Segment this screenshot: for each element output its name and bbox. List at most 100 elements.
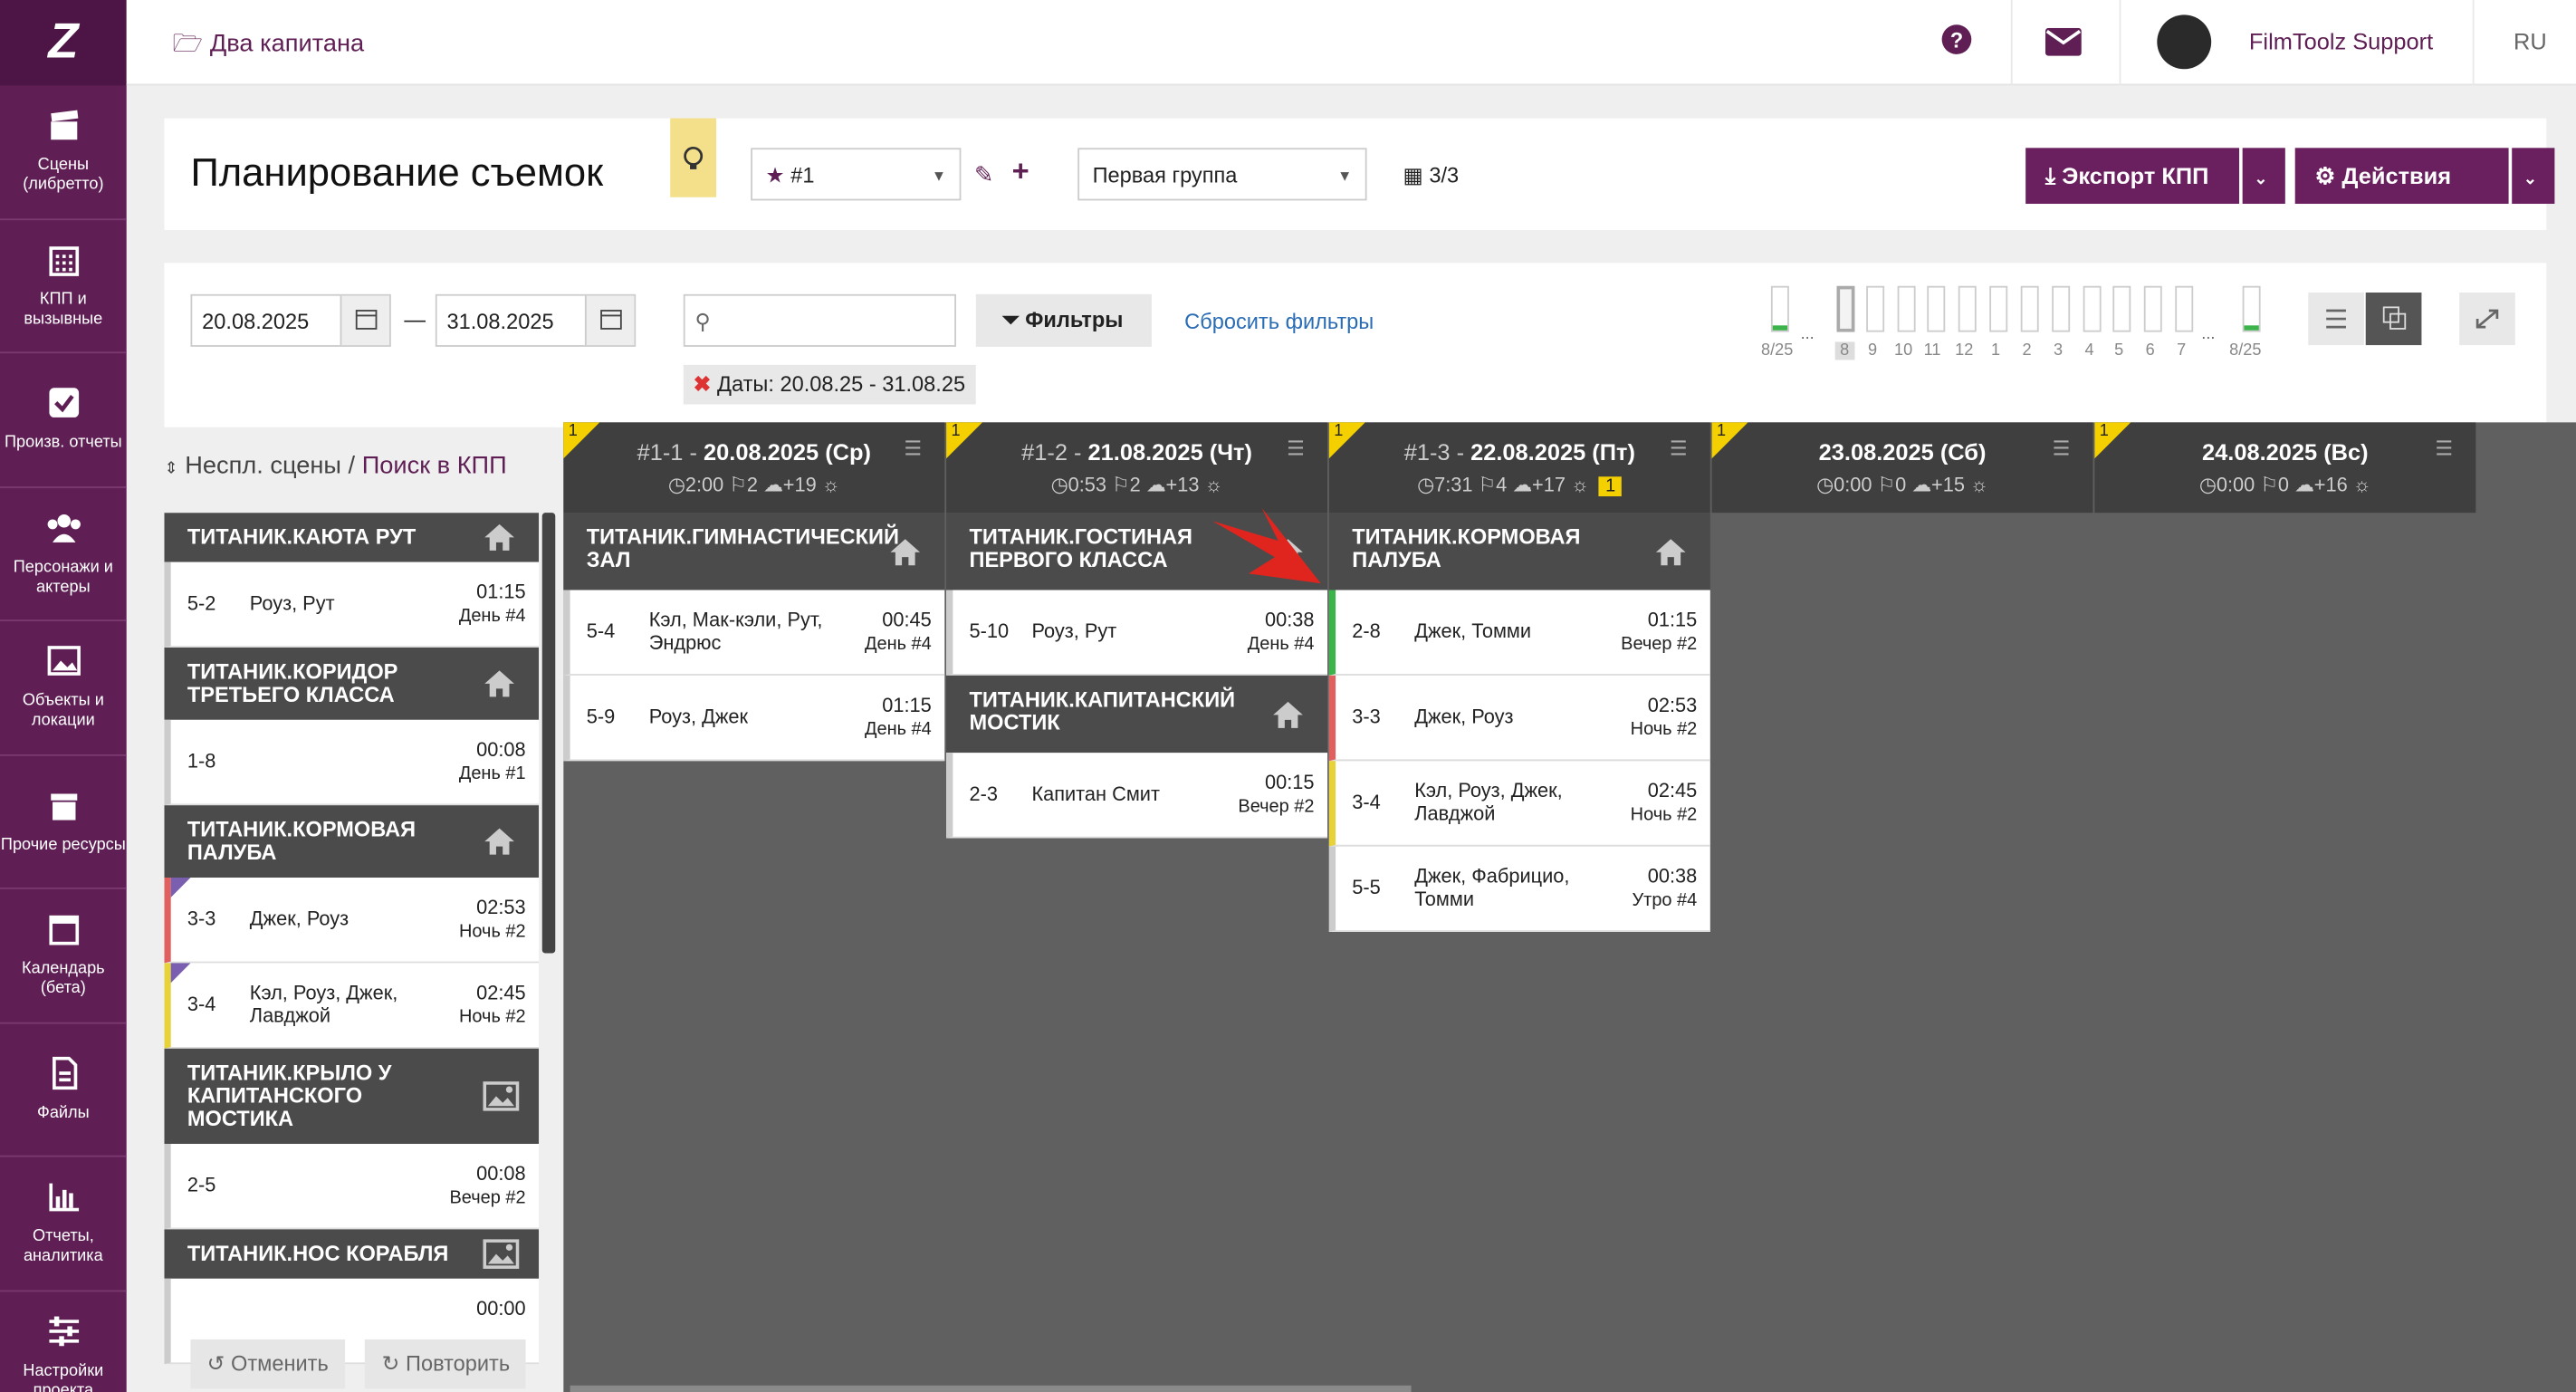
sidebar-item-9[interactable]: Настройки проекта — [0, 1291, 127, 1392]
avatar[interactable] — [2157, 14, 2212, 70]
add-icon[interactable]: + — [1012, 155, 1029, 189]
list-view-button[interactable] — [2308, 293, 2364, 346]
settings-icon[interactable]: ☰ — [2053, 437, 2071, 460]
scene-card[interactable]: 5-4 Кэл, Мак-кэли, Рут, Эндрюс 00:45 День #… — [563, 590, 945, 676]
board-view-button[interactable] — [2365, 293, 2422, 346]
checkbox-icon — [45, 385, 81, 434]
day-title: #1-2 - 21.08.2025 (Чт) — [1021, 438, 1252, 466]
redo-button[interactable]: ↻ Повторить — [365, 1339, 527, 1389]
actions-button[interactable]: ⚙ Действия — [2294, 148, 2509, 205]
day-header[interactable]: 1 24.08.2025 (Вс) ◷0:00 ⚐0 ☁+16 ☼ ☰ — [2094, 422, 2476, 514]
day-header[interactable]: 1 #1-3 - 22.08.2025 (Пт) ◷7:31 ⚐4 ☁+17 ☼ 1 ☰ — [1328, 422, 1710, 514]
scene-card[interactable]: 1-8 00:08 День #1 — [164, 719, 540, 806]
settings-icon[interactable]: ☰ — [2435, 437, 2453, 460]
warning-badge[interactable]: 1 — [1598, 476, 1623, 497]
reset-filters-link[interactable]: Сбросить фильтры — [1184, 309, 1374, 333]
timeline-bar-day[interactable] — [2020, 285, 2039, 332]
timeline-bar-day[interactable] — [2052, 285, 2071, 332]
settings-icon[interactable]: ☰ — [1670, 437, 1688, 460]
day-header[interactable]: 1 23.08.2025 (Сб) ◷0:00 ⚐0 ☁+15 ☼ ☰ — [1711, 422, 2093, 514]
calendar-icon[interactable] — [584, 295, 635, 346]
funnel-icon: ⏷ — [1001, 307, 1020, 332]
scene-number: 3-4 — [187, 993, 216, 1016]
scene-card[interactable]: 3-4 Кэл, Роуз, Джек, Лавджой 02:45 Ночь #2 — [164, 963, 540, 1049]
language-switch[interactable]: RU — [2514, 28, 2547, 54]
hint-bulb-icon[interactable] — [670, 118, 717, 197]
timeline-bar-day[interactable] — [2112, 285, 2131, 332]
sort-icon[interactable]: ⇕ — [164, 460, 177, 478]
scrollbar[interactable] — [570, 1385, 1412, 1392]
timeline-day-label: 7 — [2177, 341, 2187, 360]
timeline-bar-day[interactable] — [1989, 285, 2008, 332]
sidebar-item-4[interactable]: Объекты и локации — [0, 621, 127, 755]
user-name[interactable]: FilmToolz Support — [2249, 28, 2433, 54]
timeline-bar-day[interactable] — [2143, 285, 2162, 332]
scene-number: 3-3 — [187, 907, 216, 931]
timeline-bar-start[interactable] — [1770, 285, 1789, 332]
scene-card[interactable]: 5-9 Роуз, Джек 01:15 День #4 — [563, 675, 945, 762]
timeline-bar-day[interactable] — [1958, 285, 1977, 332]
sidebar-item-0[interactable]: Сцены (либретто) — [0, 85, 127, 220]
location-header[interactable]: ТИТАНИК.ГИМНАСТИЧЕСКИЙ ЗАЛ — [563, 513, 945, 590]
filters-button[interactable]: ⏷ Фильтры — [975, 293, 1152, 347]
calendar-icon[interactable] — [340, 295, 390, 346]
sidebar-item-1[interactable]: КПП и вызывные — [0, 219, 127, 354]
sidebar-item-5[interactable]: Прочие ресурсы — [0, 755, 127, 889]
scene-card[interactable]: 5-5 Джек, Фабрицио, Томми 00:38 Утро #4 — [1328, 846, 1710, 932]
schedule-select[interactable]: ★ #1 ▼ — [751, 148, 962, 201]
settings-icon[interactable]: ☰ — [1287, 437, 1305, 460]
sidebar-item-label: Прочие ресурсы — [0, 836, 126, 855]
scrollbar[interactable] — [541, 513, 556, 954]
undo-button[interactable]: ↺ Отменить — [190, 1339, 345, 1389]
location-header[interactable]: ТИТАНИК.КРЫЛО У КАПИТАНСКОГО МОСТИКА — [164, 1048, 540, 1145]
date-from-input[interactable]: 20.08.2025 — [190, 293, 391, 347]
weather-icon: ☁ — [1140, 473, 1166, 497]
location-header[interactable]: ТИТАНИК.КОРМОВАЯ ПАЛУБА — [164, 805, 540, 878]
scene-card[interactable]: 2-5 00:08 Вечер #2 — [164, 1144, 540, 1230]
location-header[interactable]: ТИТАНИК.КАПИТАНСКИЙ МОСТИК — [946, 675, 1328, 754]
filter-tag[interactable]: ✖ Даты: 20.08.25 - 31.08.25 — [683, 364, 975, 405]
search-input[interactable]: ⚲ — [683, 293, 956, 347]
svg-text:?: ? — [1950, 29, 1963, 53]
timeline-bar-day[interactable] — [1897, 285, 1916, 332]
scene-card[interactable]: 2-8 Джек, Томми 01:15 Вечер #2 — [1328, 590, 1710, 676]
actions-dropdown[interactable]: ⌄ — [2512, 148, 2555, 205]
scene-card[interactable]: 2-3 Капитан Смит 00:15 Вечер #2 — [946, 753, 1328, 839]
timeline-bar-day[interactable] — [2083, 285, 2102, 332]
location-header[interactable]: ТИТАНИК.НОС КОРАБЛЯ — [164, 1229, 540, 1279]
location-header[interactable]: ТИТАНИК.КОРИДОР ТРЕТЬЕГО КЛАССА — [164, 647, 540, 720]
close-icon[interactable]: ✖ — [694, 371, 712, 396]
scene-duration: 00:45 День #4 — [864, 608, 932, 655]
scene-card[interactable]: 5-2 Роуз, Рут 01:15 День #4 — [164, 562, 540, 648]
help-icon[interactable]: ? — [1940, 23, 1980, 62]
fullscreen-button[interactable] — [2459, 293, 2515, 346]
sidebar-item-2[interactable]: Произв. отчеты — [0, 353, 127, 488]
mail-icon[interactable] — [2045, 27, 2085, 68]
scene-card[interactable]: 3-3 Джек, Роуз 02:53 Ночь #2 — [164, 878, 540, 964]
sidebar-item-6[interactable]: Календарь (бета) — [0, 889, 127, 1023]
scene-card[interactable]: 3-4 Кэл, Роуз, Джек, Лавджой 02:45 Ночь #2 — [1328, 761, 1710, 847]
date-to-input[interactable]: 31.08.2025 — [435, 293, 637, 347]
settings-icon[interactable]: ☰ — [904, 437, 922, 460]
app-logo[interactable]: Z — [0, 0, 127, 86]
day-header[interactable]: 1 #1-1 - 20.08.2025 (Ср) ◷2:00 ⚐2 ☁+19 ☼ ☰ — [563, 422, 945, 514]
timeline-bar-day[interactable] — [1927, 285, 1946, 332]
group-select[interactable]: Первая группа ▼ — [1077, 148, 1367, 201]
location-header[interactable]: ТИТАНИК.КОРМОВАЯ ПАЛУБА — [1328, 513, 1710, 590]
timeline-bar-day[interactable] — [1836, 285, 1855, 332]
sidebar-item-3[interactable]: Персонажи и актеры — [0, 487, 127, 621]
sidebar-item-8[interactable]: Отчеты, аналитика — [0, 1157, 127, 1291]
day-header[interactable]: 1 #1-2 - 21.08.2025 (Чт) ◷0:53 ⚐2 ☁+13 ☼ ☰ — [946, 422, 1328, 514]
timeline-bar-day[interactable] — [1866, 285, 1885, 332]
export-button[interactable]: ⤓ Экспорт КПП — [2025, 148, 2240, 205]
export-dropdown[interactable]: ⌄ — [2242, 148, 2285, 205]
location-header[interactable]: ТИТАНИК.КАЮТА РУТ — [164, 513, 540, 562]
edit-icon[interactable]: ✎ — [974, 161, 993, 189]
project-link[interactable]: 🗁 Два капитана — [173, 26, 365, 67]
scene-duration: 00:00 — [476, 1296, 526, 1320]
timeline-bar-day[interactable] — [2175, 285, 2194, 332]
timeline-bar-end[interactable] — [2242, 285, 2261, 332]
scene-card[interactable]: 3-3 Джек, Роуз 02:53 Ночь #2 — [1328, 675, 1710, 762]
picture-icon — [483, 1239, 520, 1269]
sidebar-item-7[interactable]: Файлы — [0, 1023, 127, 1157]
